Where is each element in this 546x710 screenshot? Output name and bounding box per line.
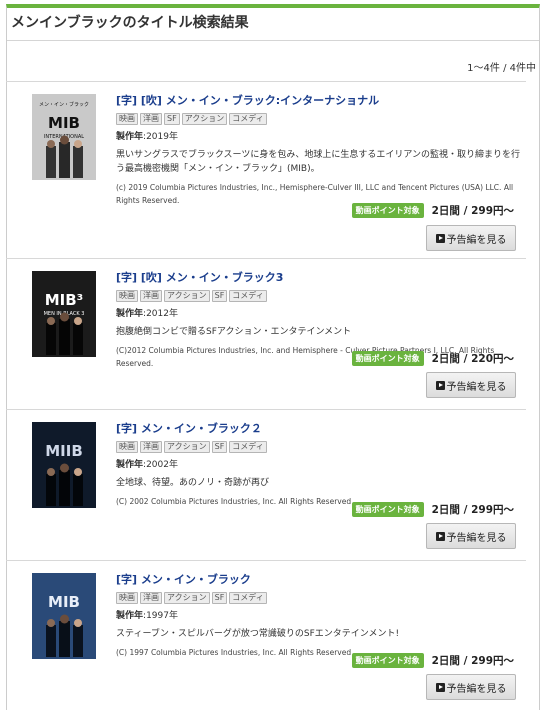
svg-text:MIB: MIB bbox=[48, 593, 80, 611]
result-info: [字] メン・イン・ブラック２ 映画 洋画 アクション SF コメディ 製作年:2002… bbox=[116, 420, 522, 508]
genre-tag[interactable]: コメディ bbox=[229, 113, 267, 125]
genre-tag[interactable]: アクション bbox=[181, 113, 228, 125]
genre-tag[interactable]: 洋画 bbox=[140, 290, 162, 302]
genre-tag[interactable]: アクション bbox=[164, 290, 210, 302]
price-row: 動画ポイント対象 2日間 / 299円～ bbox=[351, 202, 514, 218]
point-badge: 動画ポイント対象 bbox=[351, 652, 424, 668]
result-description: 抱腹絶倒コンビで贈るSFアクション・エンタテインメント bbox=[116, 327, 352, 337]
rental-price: 2日間 / 299円～ bbox=[431, 503, 514, 516]
production-year: 製作年:2012年 bbox=[116, 309, 178, 319]
genre-tag[interactable]: 洋画 bbox=[140, 441, 162, 453]
price-row: 動画ポイント対象 2日間 / 299円～ bbox=[351, 501, 514, 517]
trailer-button[interactable]: 予告編を見る bbox=[426, 523, 516, 549]
result-description: スティーブン・スピルバーグが放つ常識破りのSFエンタテインメント! bbox=[116, 629, 400, 639]
result-title-link[interactable]: [字] メン・イン・ブラック bbox=[116, 571, 522, 587]
genre-tag[interactable]: 映画 bbox=[116, 290, 138, 302]
rental-price: 2日間 / 299円～ bbox=[431, 654, 514, 667]
result-title-link[interactable]: [字] [吹] メン・イン・ブラック3 bbox=[116, 269, 522, 285]
production-year: 製作年:2002年 bbox=[116, 460, 178, 470]
list-item: MIB³ MEN IN BLACK 3 [字] [吹] メン・イン・ブラック3 … bbox=[6, 258, 526, 409]
svg-text:メン・イン・ブラック: メン・イン・ブラック bbox=[39, 101, 89, 108]
play-icon bbox=[435, 531, 445, 541]
poster-thumbnail[interactable]: MIIB bbox=[32, 422, 96, 508]
production-year-value: 2002年 bbox=[146, 460, 178, 470]
rental-price: 2日間 / 220円～ bbox=[431, 352, 514, 365]
trailer-button[interactable]: 予告編を見る bbox=[426, 674, 516, 700]
result-description: 黒いサングラスでブラックスーツに身を包み、地球上に生息するエイリアンの監視・取り… bbox=[116, 150, 521, 174]
genre-tag[interactable]: コメディ bbox=[229, 592, 267, 604]
genre-tag[interactable]: コメディ bbox=[229, 441, 267, 453]
poster-thumbnail[interactable]: MIB³ MEN IN BLACK 3 bbox=[32, 271, 96, 357]
genre-tags: 映画 洋画 アクション SF コメディ bbox=[116, 290, 522, 302]
svg-text:MIIB: MIIB bbox=[45, 442, 83, 460]
point-badge: 動画ポイント対象 bbox=[351, 350, 424, 366]
play-icon bbox=[435, 682, 445, 692]
result-info: [字] [吹] メン・イン・ブラック:インターナショナル 映画 洋画 SF アクション… bbox=[116, 92, 522, 207]
trailer-button[interactable]: 予告編を見る bbox=[426, 372, 516, 398]
result-count: 1～4件 / 4件中 bbox=[467, 63, 536, 74]
genre-tag[interactable]: 映画 bbox=[116, 441, 138, 453]
production-year-label: 製作年 bbox=[116, 460, 144, 470]
trailer-button[interactable]: 予告編を見る bbox=[426, 225, 516, 251]
page-title: メンインブラックのタイトル検索結果 bbox=[7, 8, 539, 41]
production-year-value: 2019年 bbox=[146, 132, 178, 142]
point-badge: 動画ポイント対象 bbox=[351, 501, 424, 517]
production-year: 製作年:1997年 bbox=[116, 611, 178, 621]
production-year-value: 1997年 bbox=[146, 611, 178, 621]
genre-tags: 映画 洋画 アクション SF コメディ bbox=[116, 441, 522, 453]
list-item: メン・イン・ブラック MIB INTERNATIONAL [字] [吹] メン・… bbox=[6, 81, 526, 258]
genre-tag[interactable]: SF bbox=[164, 113, 180, 125]
genre-tag[interactable]: 映画 bbox=[116, 113, 138, 125]
result-list: メン・イン・ブラック MIB INTERNATIONAL [字] [吹] メン・… bbox=[0, 81, 532, 710]
price-row: 動画ポイント対象 2日間 / 220円～ bbox=[351, 350, 514, 366]
genre-tag[interactable]: 洋画 bbox=[140, 592, 162, 604]
genre-tag[interactable]: 映画 bbox=[116, 592, 138, 604]
trailer-button-label: 予告編を見る bbox=[446, 234, 507, 246]
play-icon bbox=[435, 233, 445, 243]
genre-tags: 映画 洋画 SF アクション コメディ bbox=[116, 113, 522, 125]
production-year-label: 製作年 bbox=[116, 309, 144, 319]
price-row: 動画ポイント対象 2日間 / 299円～ bbox=[351, 652, 514, 668]
genre-tag[interactable]: コメディ bbox=[229, 290, 267, 302]
list-item: MIB [字] メン・イン・ブラック 映画 洋画 アクション SF コメディ 製作年:1… bbox=[6, 560, 526, 710]
trailer-button-label: 予告編を見る bbox=[446, 381, 507, 393]
point-badge: 動画ポイント対象 bbox=[351, 202, 424, 218]
poster-thumbnail[interactable]: メン・イン・ブラック MIB INTERNATIONAL bbox=[32, 94, 96, 180]
trailer-button-label: 予告編を見る bbox=[446, 683, 507, 695]
result-title-link[interactable]: [字] [吹] メン・イン・ブラック:インターナショナル bbox=[116, 92, 522, 108]
poster-thumbnail[interactable]: MIB bbox=[32, 573, 96, 659]
rental-price: 2日間 / 299円～ bbox=[431, 204, 514, 217]
production-year-label: 製作年 bbox=[116, 132, 144, 142]
trailer-button-label: 予告編を見る bbox=[446, 532, 507, 544]
play-icon bbox=[435, 380, 445, 390]
svg-text:MIB³: MIB³ bbox=[45, 291, 84, 309]
result-description: 全地球、待望。あのノリ・奇跡が再び bbox=[116, 478, 270, 488]
genre-tags: 映画 洋画 アクション SF コメディ bbox=[116, 592, 522, 604]
production-year-value: 2012年 bbox=[146, 309, 178, 319]
genre-tag[interactable]: アクション bbox=[164, 441, 210, 453]
production-year: 製作年:2019年 bbox=[116, 132, 178, 142]
genre-tag[interactable]: SF bbox=[211, 592, 228, 604]
list-item: MIIB [字] メン・イン・ブラック２ 映画 洋画 アクション SF コメディ 製作年… bbox=[6, 409, 526, 560]
result-info: [字] メン・イン・ブラック 映画 洋画 アクション SF コメディ 製作年:1997年… bbox=[116, 571, 522, 659]
svg-text:MIB: MIB bbox=[48, 114, 80, 132]
genre-tag[interactable]: SF bbox=[211, 441, 228, 453]
genre-tag[interactable]: アクション bbox=[164, 592, 210, 604]
production-year-label: 製作年 bbox=[116, 611, 144, 621]
genre-tag[interactable]: SF bbox=[211, 290, 228, 302]
genre-tag[interactable]: 洋画 bbox=[140, 113, 162, 125]
result-title-link[interactable]: [字] メン・イン・ブラック２ bbox=[116, 420, 522, 436]
